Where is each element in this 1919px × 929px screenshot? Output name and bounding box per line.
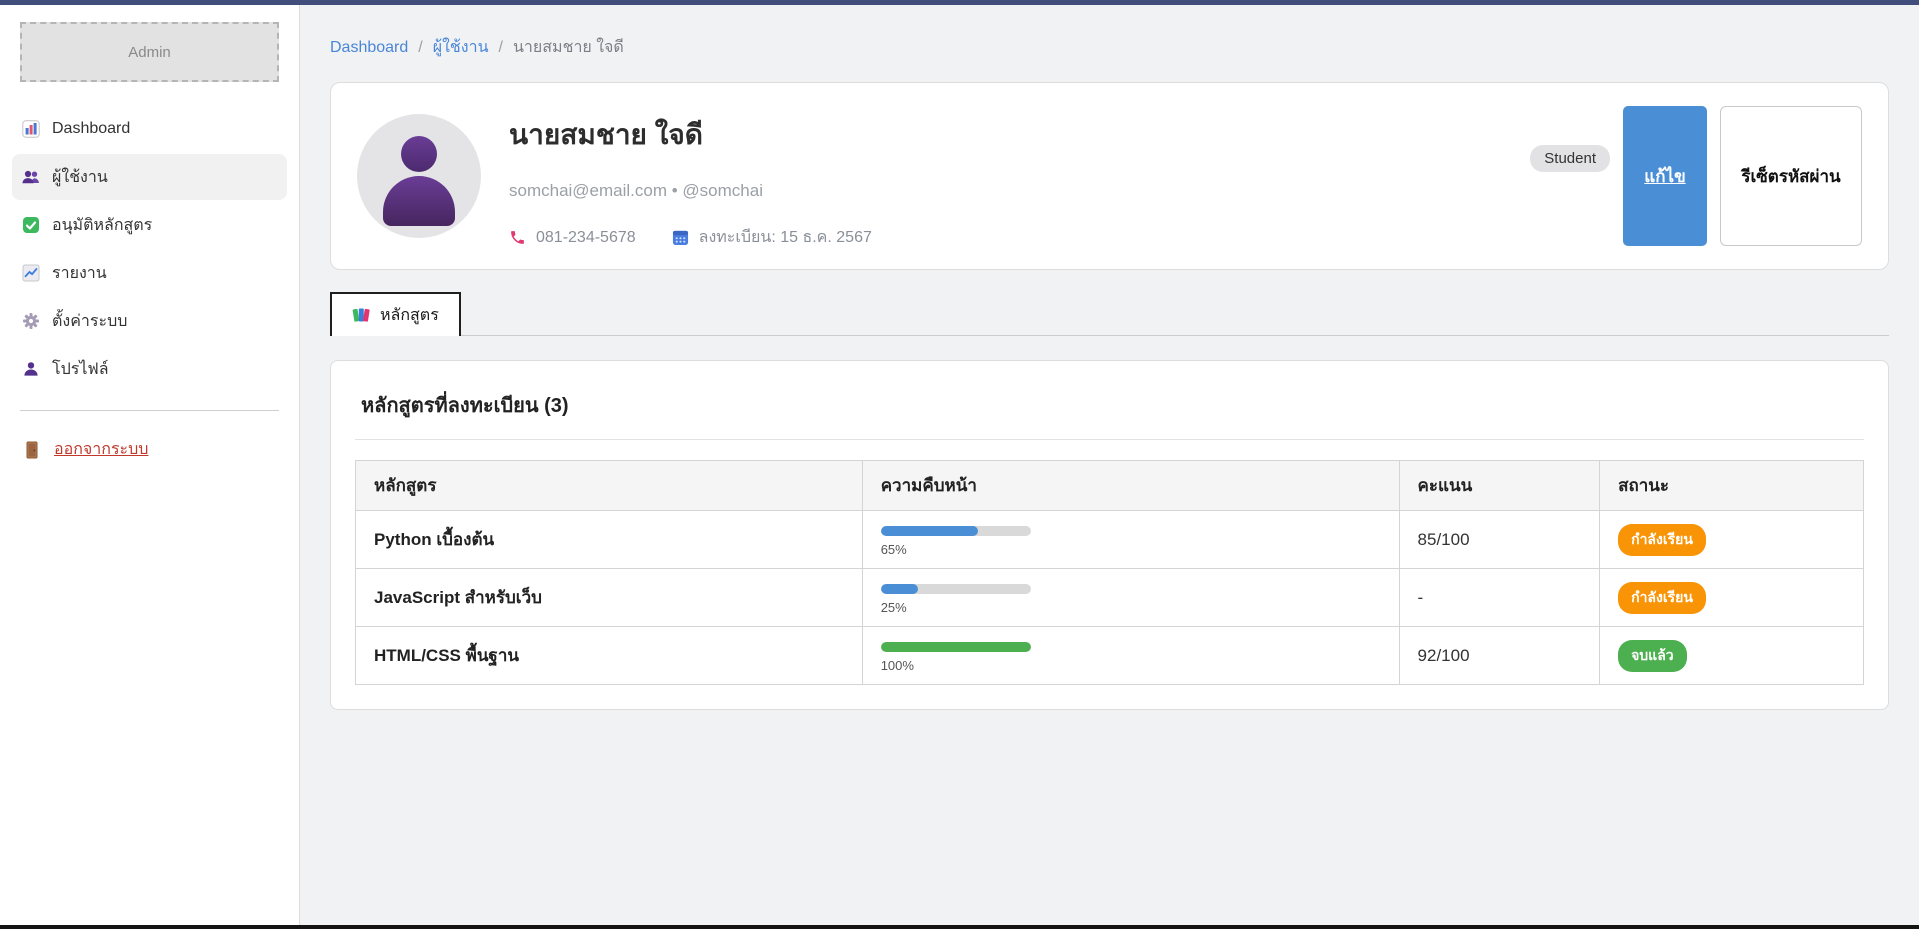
progress-cell: 100%: [862, 627, 1399, 685]
profile-icon: [22, 360, 40, 378]
admin-logo: Admin: [20, 22, 279, 82]
status-cell: กำลังเรียน: [1600, 569, 1864, 627]
users-icon: [22, 168, 40, 186]
sidebar-item-approve-courses[interactable]: อนุมัติหลักสูตร: [12, 202, 287, 248]
breadcrumb-separator: /: [418, 39, 422, 57]
status-badge: กำลังเรียน: [1618, 524, 1706, 556]
progress-bar-fill: [881, 642, 1031, 652]
column-course: หลักสูตร: [356, 461, 863, 511]
sidebar-item-users[interactable]: ผู้ใช้งาน: [12, 154, 287, 200]
calendar-icon: [672, 229, 690, 247]
column-score: คะแนน: [1399, 461, 1600, 511]
registered-date: ลงทะเบียน: 15 ธ.ค. 2567: [699, 225, 872, 250]
course-name-cell: JavaScript สำหรับเว็บ: [356, 569, 863, 627]
phone-contact: 081-234-5678: [509, 229, 636, 247]
approve-icon: [22, 216, 40, 234]
sidebar: Admin Dashboard ผู้ใช้งาน อนุมัติหลักสูต…: [0, 5, 300, 925]
logout-label: ออกจากระบบ: [54, 437, 148, 462]
admin-logo-label: Admin: [128, 44, 171, 61]
progress-cell: 65%: [862, 511, 1399, 569]
sidebar-divider: [20, 410, 279, 411]
sidebar-item-reports[interactable]: รายงาน: [12, 250, 287, 296]
edit-button[interactable]: แก้ไข: [1623, 106, 1707, 246]
column-progress: ความคืบหน้า: [862, 461, 1399, 511]
breadcrumb-users-link[interactable]: ผู้ใช้งาน: [433, 35, 489, 60]
course-name-cell: Python เบื้องต้น: [356, 511, 863, 569]
profile-contacts: 081-234-5678 ลงทะเบียน: 15 ธ.ค. 2567: [509, 225, 1502, 250]
progress-cell: 25%: [862, 569, 1399, 627]
score-cell: 92/100: [1399, 627, 1600, 685]
breadcrumb-separator: /: [499, 39, 503, 57]
sidebar-item-dashboard[interactable]: Dashboard: [12, 106, 287, 152]
progress-bar: [881, 642, 1031, 652]
breadcrumb: Dashboard / ผู้ใช้งาน / นายสมชาย ใจดี: [330, 35, 1889, 60]
logout-icon: [24, 441, 42, 459]
registered-contact: ลงทะเบียน: 15 ธ.ค. 2567: [672, 225, 872, 250]
profile-name: นายสมชาย ใจดี: [509, 113, 1502, 157]
logout-link[interactable]: ออกจากระบบ: [24, 437, 275, 462]
report-icon: [22, 264, 40, 282]
status-cell: กำลังเรียน: [1600, 511, 1864, 569]
progress-label: 100%: [881, 658, 1381, 673]
table-header-row: หลักสูตร ความคืบหน้า คะแนน สถานะ: [356, 461, 1864, 511]
profile-email: somchai@email.com • @somchai: [509, 181, 1502, 201]
progress-bar: [881, 526, 1031, 536]
table-row: JavaScript สำหรับเว็บ 25% - กำลังเรียน: [356, 569, 1864, 627]
progress-bar-fill: [881, 526, 979, 536]
sidebar-item-profile[interactable]: โปรไฟล์: [12, 346, 287, 392]
reset-password-button[interactable]: รีเซ็ตรหัสผ่าน: [1720, 106, 1862, 246]
dashboard-icon: [22, 120, 40, 138]
tab-bar: หลักสูตร: [330, 292, 1889, 336]
course-name-cell: HTML/CSS พื้นฐาน: [356, 627, 863, 685]
courses-card: หลักสูตรที่ลงทะเบียน (3) หลักสูตร ความคื…: [330, 360, 1889, 710]
breadcrumb-dashboard-link[interactable]: Dashboard: [330, 39, 408, 57]
profile-actions: Student แก้ไข รีเซ็ตรหัสผ่าน: [1530, 106, 1862, 246]
table-row: Python เบื้องต้น 65% 85/100 กำลังเรียน: [356, 511, 1864, 569]
progress-bar-fill: [881, 584, 919, 594]
status-cell: จบแล้ว: [1600, 627, 1864, 685]
courses-title: หลักสูตรที่ลงทะเบียน (3): [355, 385, 1864, 440]
progress-label: 65%: [881, 542, 1381, 557]
avatar-silhouette-head: [401, 136, 437, 172]
role-badge: Student: [1530, 145, 1610, 172]
main-content: Dashboard / ผู้ใช้งาน / นายสมชาย ใจดี นา…: [300, 5, 1919, 925]
status-badge: กำลังเรียน: [1618, 582, 1706, 614]
status-badge: จบแล้ว: [1618, 640, 1687, 672]
profile-card: นายสมชาย ใจดี somchai@email.com • @somch…: [330, 82, 1889, 270]
phone-icon: [509, 229, 527, 247]
breadcrumb-current: นายสมชาย ใจดี: [513, 35, 624, 60]
avatar-silhouette-body: [383, 176, 455, 226]
tab-courses[interactable]: หลักสูตร: [330, 292, 461, 336]
books-icon: [352, 306, 370, 324]
progress-bar: [881, 584, 1031, 594]
profile-info: นายสมชาย ใจดี somchai@email.com • @somch…: [509, 105, 1502, 250]
settings-icon: [22, 312, 40, 330]
phone-number: 081-234-5678: [536, 229, 636, 247]
bottom-edge-bar: [0, 925, 1919, 929]
app-window: Admin Dashboard ผู้ใช้งาน อนุมัติหลักสูต…: [0, 5, 1919, 925]
avatar: [357, 114, 481, 238]
score-cell: -: [1399, 569, 1600, 627]
courses-table: หลักสูตร ความคืบหน้า คะแนน สถานะ Python …: [355, 460, 1864, 685]
column-status: สถานะ: [1600, 461, 1864, 511]
table-row: HTML/CSS พื้นฐาน 100% 92/100 จบแล้ว: [356, 627, 1864, 685]
score-cell: 85/100: [1399, 511, 1600, 569]
progress-label: 25%: [881, 600, 1381, 615]
sidebar-nav: Dashboard ผู้ใช้งาน อนุมัติหลักสูตร รายง…: [0, 106, 299, 392]
sidebar-item-settings[interactable]: ตั้งค่าระบบ: [12, 298, 287, 344]
tab-courses-label: หลักสูตร: [380, 303, 439, 328]
